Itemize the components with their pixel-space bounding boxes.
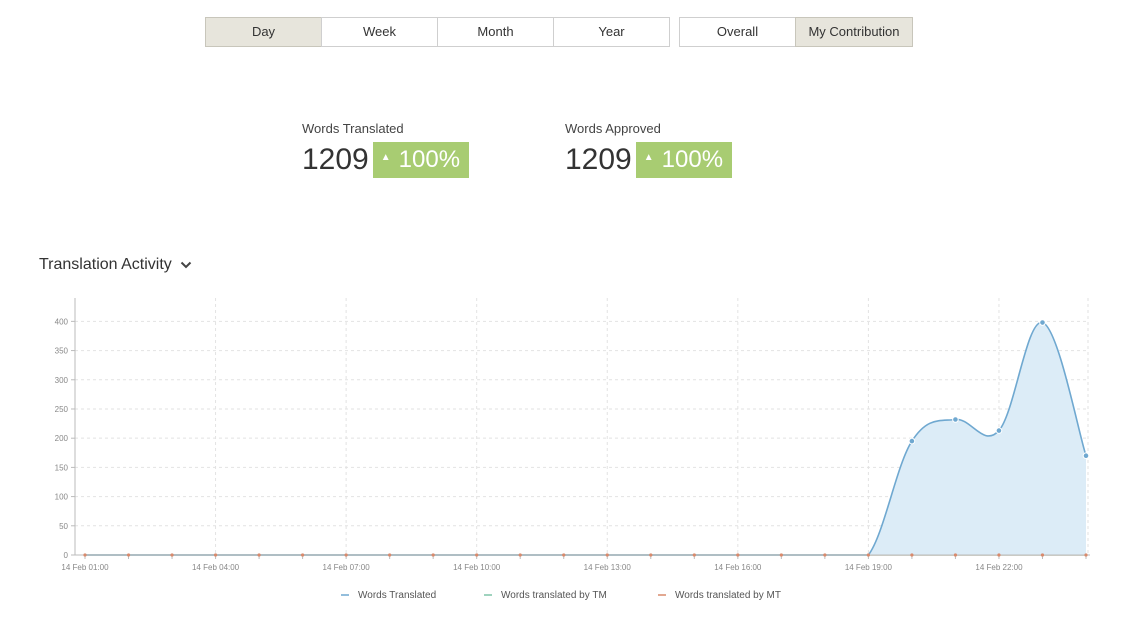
data-point <box>649 553 653 557</box>
data-point <box>997 553 1001 557</box>
week-button[interactable]: Week <box>321 17 438 47</box>
y-tick-label: 350 <box>55 347 69 356</box>
chart-legend: Words Translated Words translated by TM Wo… <box>341 590 781 601</box>
x-tick-label: 14 Feb 01:00 <box>61 563 109 572</box>
stat-value: 1209 <box>565 143 632 176</box>
data-point <box>736 553 740 557</box>
data-point <box>866 553 870 557</box>
data-point <box>126 553 131 557</box>
my-contribution-button[interactable]: My Contribution <box>795 17 913 47</box>
data-point <box>1039 319 1046 326</box>
x-tick-label: 14 Feb 04:00 <box>192 563 240 572</box>
words-translated-area <box>85 322 1086 555</box>
data-point <box>344 553 348 557</box>
chevron-down-icon <box>180 256 192 274</box>
data-point <box>213 553 218 557</box>
data-point <box>910 553 914 557</box>
y-tick-label: 100 <box>55 493 69 502</box>
legend-label: Words Translated <box>358 590 436 601</box>
y-tick-label: 50 <box>59 522 68 531</box>
year-button[interactable]: Year <box>553 17 670 47</box>
change-value: 100% <box>661 146 724 173</box>
words-translated-stat: Words Translated 1209 ▲ 100% <box>302 121 470 178</box>
data-point <box>257 553 261 557</box>
x-tick-label: 14 Feb 07:00 <box>323 563 371 572</box>
data-point <box>83 553 87 557</box>
up-arrow-icon: ▲ <box>643 152 654 163</box>
y-tick-label: 400 <box>55 317 69 326</box>
legend-label: Words translated by MT <box>675 590 781 601</box>
data-point <box>431 553 435 557</box>
y-tick-label: 250 <box>55 405 69 414</box>
section-title: Translation Activity <box>39 256 172 273</box>
stat-value: 1209 <box>302 143 369 176</box>
overall-button[interactable]: Overall <box>679 17 796 47</box>
data-point <box>170 553 174 557</box>
data-point <box>692 553 696 557</box>
data-point <box>953 553 958 557</box>
change-badge: ▲ 100% <box>635 142 733 178</box>
x-tick-label: 14 Feb 19:00 <box>845 563 893 572</box>
y-tick-label: 0 <box>64 551 69 560</box>
scope-selector: Overall My Contribution <box>679 17 913 47</box>
data-point <box>995 427 1003 434</box>
x-tick-label: 14 Feb 13:00 <box>584 563 632 572</box>
data-point <box>779 553 783 557</box>
data-point <box>908 437 916 445</box>
translation-activity-chart: 0 50 100 150 200 250 300 350 400 14 Feb 01:00 14 F… <box>55 298 1090 601</box>
words-approved-stat: Words Approved 1209 ▲ 100% <box>565 121 733 178</box>
stat-label: Words Approved <box>565 121 661 136</box>
data-point <box>1084 553 1088 557</box>
data-point <box>518 553 522 557</box>
change-value: 100% <box>398 146 461 173</box>
y-tick-label: 200 <box>55 434 69 443</box>
x-tick-label: 14 Feb 10:00 <box>453 563 501 572</box>
data-point <box>301 553 305 557</box>
chart-area-layer <box>84 321 1087 556</box>
period-selector: Day Week Month Year <box>205 17 670 47</box>
y-tick-label: 150 <box>55 463 69 472</box>
data-point <box>475 553 479 557</box>
data-point <box>562 553 566 557</box>
x-tick-label: 14 Feb 22:00 <box>975 563 1023 572</box>
data-point <box>605 553 609 557</box>
legend-label: Words translated by TM <box>501 590 607 601</box>
x-tick-label: 14 Feb 16:00 <box>714 563 762 572</box>
stat-label: Words Translated <box>302 121 404 136</box>
data-point <box>823 553 827 557</box>
data-point <box>952 416 959 423</box>
day-button[interactable]: Day <box>205 17 322 47</box>
change-badge: ▲ 100% <box>372 142 470 178</box>
up-arrow-icon: ▲ <box>380 152 391 163</box>
data-point <box>1082 452 1090 460</box>
translation-activity-toggle[interactable]: Translation Activity <box>39 256 192 274</box>
y-tick-label: 300 <box>55 376 69 385</box>
month-button[interactable]: Month <box>437 17 554 47</box>
data-point <box>388 553 392 557</box>
data-point <box>1040 553 1045 557</box>
